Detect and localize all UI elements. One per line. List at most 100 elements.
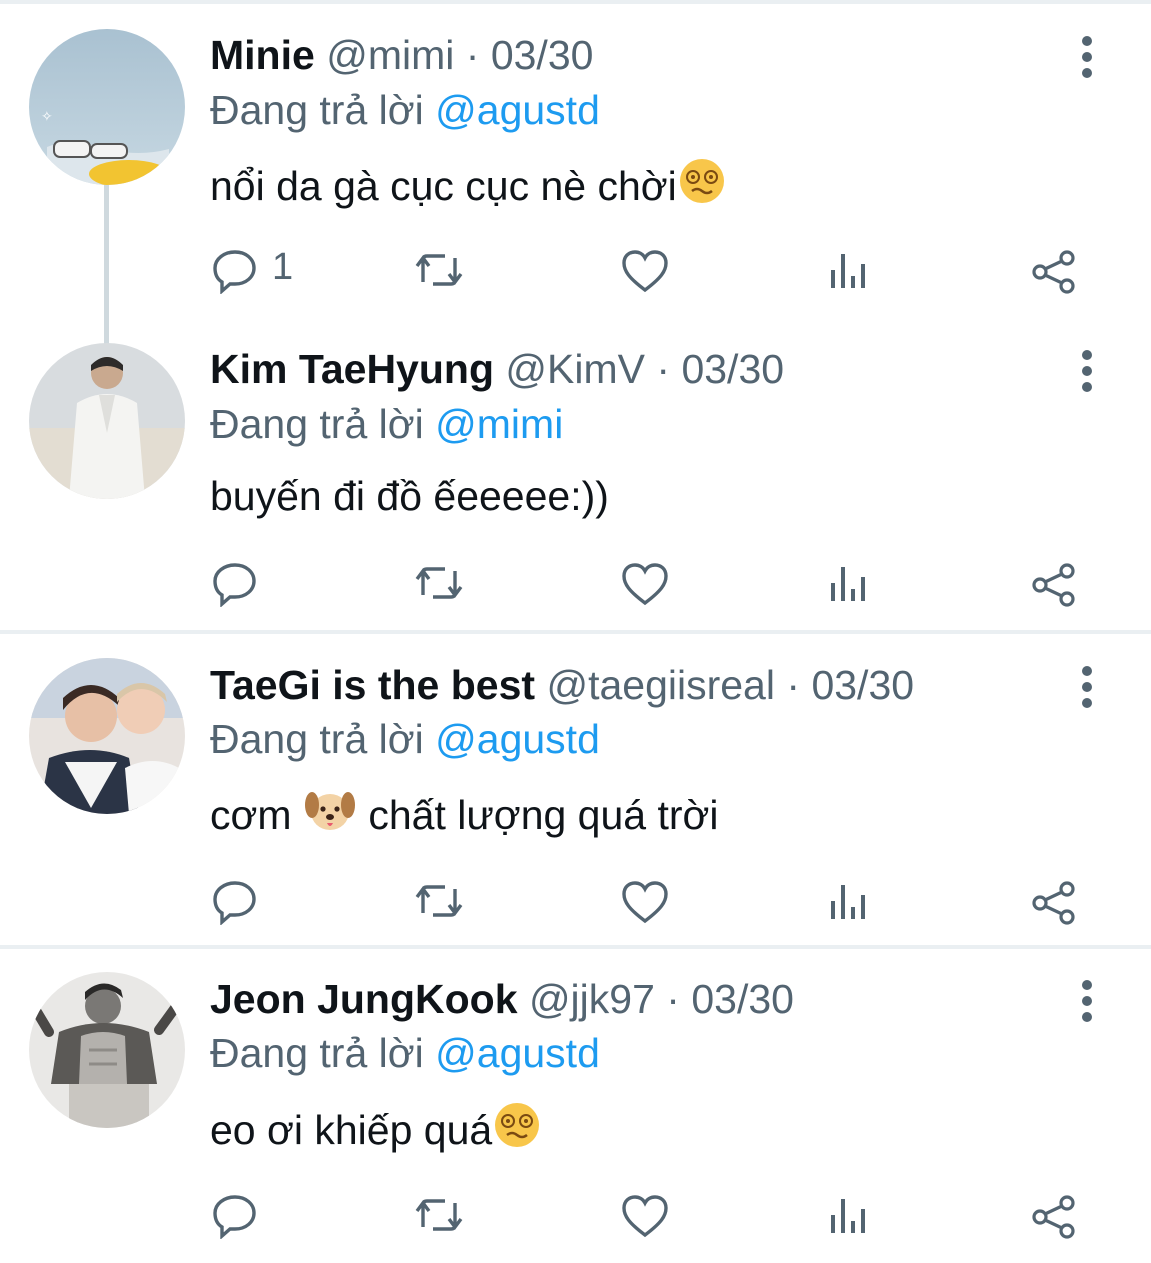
tweet-header: Jeon JungKook @jjk97 · 03/30	[210, 974, 794, 1024]
replying-label: Đang trả lời	[210, 1030, 424, 1076]
like-button[interactable]	[620, 553, 680, 613]
retweet-button[interactable]	[413, 871, 473, 931]
tweet-text: eo ơi khiếp quá	[210, 1100, 542, 1162]
views-button[interactable]	[828, 871, 878, 931]
avatar-image	[29, 658, 185, 814]
tweet-header: Minie @mimi · 03/30	[210, 30, 593, 80]
tweet-3[interactable]: TaeGi is the best @taegiisreal · 03/30 Đ…	[0, 634, 1151, 946]
reply-icon	[213, 881, 256, 925]
tweet-text: cơm chất lượng quá trời	[210, 785, 719, 847]
replying-to: Đang trả lời @agustd	[210, 85, 600, 135]
retweet-button[interactable]	[413, 553, 473, 613]
avatar[interactable]: ✧	[29, 29, 185, 185]
svg-text:✧: ✧	[41, 108, 53, 124]
separator-dot: ·	[465, 32, 480, 78]
woozy-face-icon	[677, 156, 727, 218]
mention-link[interactable]: @agustd	[435, 716, 600, 762]
mention-link[interactable]: @agustd	[435, 87, 600, 133]
mention-link[interactable]: @agustd	[435, 1030, 600, 1076]
tweet-header: TaeGi is the best @taegiisreal · 03/30	[210, 660, 914, 710]
reply-button[interactable]: 1	[210, 240, 310, 300]
views-icon	[831, 1199, 865, 1233]
avatar[interactable]	[29, 972, 185, 1128]
avatar-image	[29, 343, 185, 499]
reply-button[interactable]	[210, 553, 270, 613]
like-icon	[622, 250, 668, 293]
more-icon[interactable]	[1070, 662, 1106, 712]
tweet-actions	[0, 1185, 1151, 1245]
reply-count: 1	[272, 246, 294, 288]
username[interactable]: @mimi	[326, 32, 454, 78]
views-icon	[831, 254, 865, 288]
separator-dot: ·	[786, 662, 801, 708]
more-icon[interactable]	[1070, 32, 1106, 82]
reply-button[interactable]	[210, 1185, 270, 1245]
share-button[interactable]	[1030, 553, 1090, 613]
like-button[interactable]	[620, 240, 680, 300]
tweet-1[interactable]: ✧ Minie @mimi · 03/30 Đang trả lời @agus…	[0, 0, 1151, 345]
tweet-2[interactable]: Kim TaeHyung @KimV · 03/30 Đang trả lời …	[0, 315, 1151, 630]
like-icon	[622, 563, 668, 606]
replying-to: Đang trả lời @agustd	[210, 1028, 600, 1078]
share-button[interactable]	[1030, 871, 1090, 931]
avatar-image: ✧	[29, 29, 185, 185]
views-icon	[831, 567, 865, 601]
more-icon[interactable]	[1070, 346, 1106, 396]
retweet-icon	[415, 885, 463, 917]
retweet-icon	[415, 254, 463, 286]
tweet-actions	[0, 871, 1151, 931]
reply-icon	[213, 1195, 256, 1239]
replying-label: Đang trả lời	[210, 716, 424, 762]
replying-label: Đang trả lời	[210, 401, 424, 447]
replying-to: Đang trả lời @mimi	[210, 399, 563, 449]
username[interactable]: @KimV	[505, 346, 645, 392]
retweet-button[interactable]	[413, 240, 473, 300]
mention-link[interactable]: @mimi	[435, 401, 563, 447]
tweet-text: nổi da gà cục cục nè chời	[210, 156, 727, 218]
views-button[interactable]	[828, 1185, 878, 1245]
views-button[interactable]	[828, 240, 878, 300]
reply-button[interactable]	[210, 871, 270, 931]
separator-dot: ·	[656, 346, 671, 392]
tweet-text-body: nổi da gà cục cục nè chời	[210, 163, 677, 209]
display-name[interactable]: Jeon JungKook	[210, 976, 518, 1022]
display-name[interactable]: TaeGi is the best	[210, 662, 535, 708]
username[interactable]: @jjk97	[529, 976, 655, 1022]
share-button[interactable]	[1030, 240, 1090, 300]
tweet-header: Kim TaeHyung @KimV · 03/30	[210, 344, 784, 394]
username[interactable]: @taegiisreal	[546, 662, 775, 708]
timestamp[interactable]: 03/30	[811, 662, 914, 708]
replying-to: Đang trả lời @agustd	[210, 714, 600, 764]
like-button[interactable]	[620, 871, 680, 931]
avatar-image	[29, 972, 185, 1128]
like-icon	[622, 1195, 668, 1238]
avatar[interactable]	[29, 343, 185, 499]
more-icon[interactable]	[1070, 976, 1106, 1026]
views-icon	[831, 885, 865, 919]
tweet-actions: 1	[0, 240, 1151, 300]
retweet-icon	[415, 567, 463, 599]
display-name[interactable]: Kim TaeHyung	[210, 346, 494, 392]
woozy-face-icon	[492, 1100, 542, 1162]
retweet-icon	[415, 1199, 463, 1231]
replying-label: Đang trả lời	[210, 87, 424, 133]
timestamp[interactable]: 03/30	[691, 976, 794, 1022]
timestamp[interactable]: 03/30	[681, 346, 784, 392]
like-button[interactable]	[620, 1185, 680, 1245]
reply-icon	[213, 250, 256, 294]
share-icon	[1032, 563, 1075, 607]
views-button[interactable]	[828, 553, 878, 613]
separator-dot: ·	[666, 976, 680, 1022]
tweet-text: buyến đi đồ ếeeeee:))	[210, 470, 609, 522]
retweet-button[interactable]	[413, 1185, 473, 1245]
avatar[interactable]	[29, 658, 185, 814]
like-icon	[622, 881, 668, 924]
share-icon	[1032, 1195, 1075, 1239]
tweet-4[interactable]: Jeon JungKook @jjk97 · 03/30 Đang trả lờ…	[0, 949, 1151, 1263]
timestamp[interactable]: 03/30	[491, 32, 594, 78]
tweet-actions	[0, 553, 1151, 613]
tweet-text-after: chất lượng quá trời	[368, 792, 719, 838]
share-button[interactable]	[1030, 1185, 1090, 1245]
display-name[interactable]: Minie	[210, 32, 315, 78]
tweet-text-body: buyến đi đồ ếeeeee:))	[210, 473, 609, 519]
